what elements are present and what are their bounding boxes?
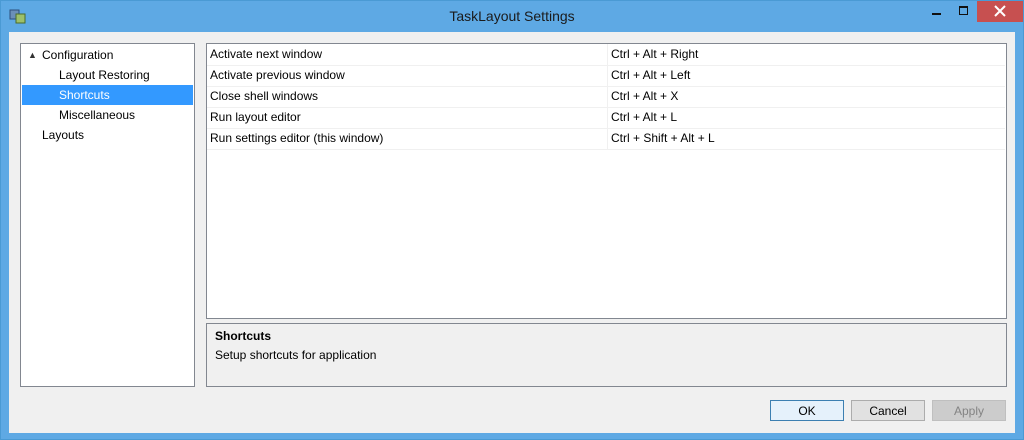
table-row[interactable]: Run settings editor (this window) Ctrl +… [207, 128, 1005, 150]
cancel-button[interactable]: Cancel [851, 400, 925, 421]
tree-item-label: Layout Restoring [59, 68, 150, 82]
minimize-icon[interactable] [923, 1, 950, 22]
shortcuts-table[interactable]: Activate next window Ctrl + Alt + Right … [206, 43, 1007, 319]
column-divider [607, 65, 608, 86]
column-divider [607, 44, 608, 65]
table-row[interactable]: Run layout editor Ctrl + Alt + L [207, 107, 1005, 129]
close-icon[interactable] [977, 1, 1023, 22]
title-bar[interactable]: TaskLayout Settings [1, 1, 1023, 32]
column-divider [607, 128, 608, 149]
window-title: TaskLayout Settings [449, 8, 575, 24]
description-text: Setup shortcuts for application [215, 348, 377, 362]
table-row[interactable]: Close shell windows Ctrl + Alt + X [207, 86, 1005, 108]
tree-item-label: Miscellaneous [59, 108, 136, 122]
keys-cell[interactable]: Ctrl + Shift + Alt + L [611, 128, 1001, 149]
action-cell[interactable]: Activate next window [210, 44, 606, 65]
keys-cell[interactable]: Ctrl + Alt + Right [611, 44, 1001, 65]
column-divider [607, 86, 608, 107]
tree-item-label: Layouts [42, 128, 85, 142]
description-panel: Shortcuts Setup shortcuts for applicatio… [206, 323, 1007, 387]
tree-item-label: Configuration [42, 48, 114, 62]
keys-cell[interactable]: Ctrl + Alt + Left [611, 65, 1001, 86]
ok-button[interactable]: OK [770, 400, 844, 421]
description-title: Shortcuts [215, 329, 272, 343]
action-cell[interactable]: Run layout editor [210, 107, 606, 128]
maximize-icon[interactable] [950, 1, 977, 22]
action-cell[interactable]: Activate previous window [210, 65, 606, 86]
collapse-arrow-icon[interactable]: ▲ [28, 45, 37, 65]
settings-tree[interactable]: ▲ Configuration Layout Restoring Shortcu… [20, 43, 195, 387]
action-cell[interactable]: Close shell windows [210, 86, 606, 107]
column-divider [607, 107, 608, 128]
apply-button[interactable]: Apply [932, 400, 1006, 421]
settings-window: TaskLayout Settings ▲ Configuration Layo… [0, 0, 1024, 440]
keys-cell[interactable]: Ctrl + Alt + X [611, 86, 1001, 107]
table-row[interactable]: Activate next window Ctrl + Alt + Right [207, 44, 1005, 66]
tree-item-label: Shortcuts [59, 88, 110, 102]
table-row[interactable]: Activate previous window Ctrl + Alt + Le… [207, 65, 1005, 87]
keys-cell[interactable]: Ctrl + Alt + L [611, 107, 1001, 128]
tree-item-shortcuts[interactable]: Shortcuts [22, 85, 193, 105]
client-area: ▲ Configuration Layout Restoring Shortcu… [9, 32, 1015, 433]
action-cell[interactable]: Run settings editor (this window) [210, 128, 606, 149]
